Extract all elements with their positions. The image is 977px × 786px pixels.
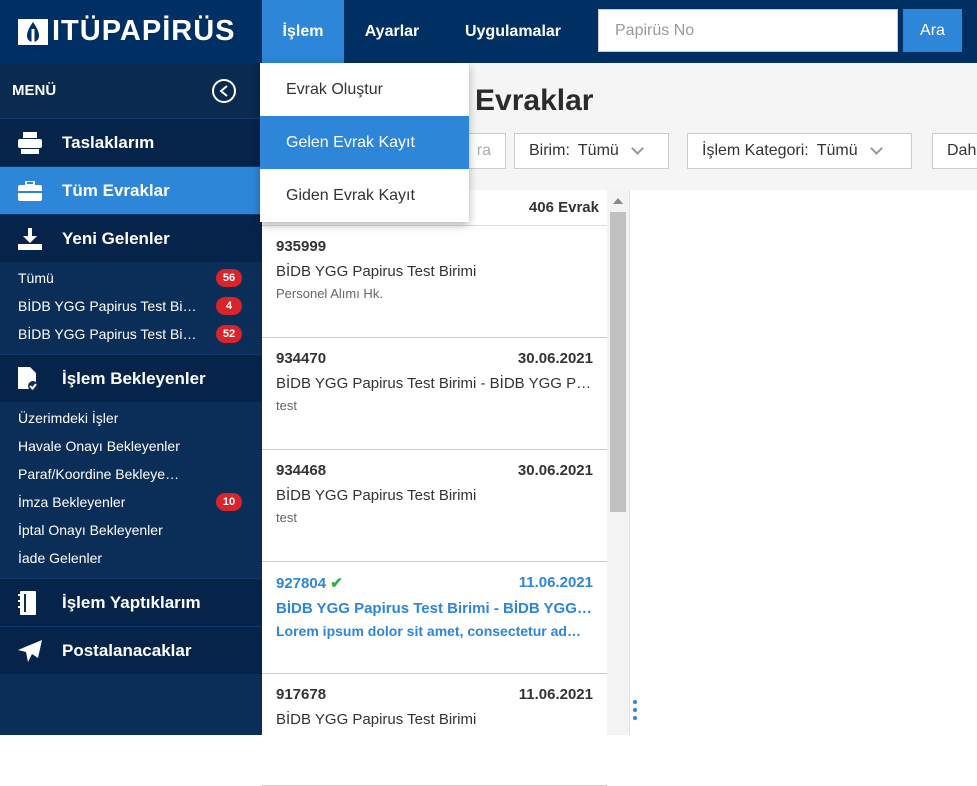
filter-value: Tümü <box>577 142 619 159</box>
subitem-label: BİDB YGG Papirus Test Bi… <box>18 326 197 342</box>
sidebar-item-label: İşlem Yaptıklarım <box>62 592 201 612</box>
logo-text: ITÜPAPİRÜS <box>52 15 236 47</box>
sidebar-item-islem-yaptiklarim[interactable]: İşlem Yaptıklarım <box>0 578 262 626</box>
document-date: 11.06.2021 <box>518 686 593 703</box>
document-subject: test <box>276 398 297 413</box>
sidebar-item-label: Taslaklarım <box>62 132 155 152</box>
document-subject: Personel Alımı Hk. <box>276 286 383 301</box>
document-unit: BİDB YGG Papirus Test Birimi <box>276 711 477 728</box>
count-badge: 52 <box>216 325 242 343</box>
document-date: 30.06.2021 <box>517 350 593 367</box>
collapse-menu-icon[interactable] <box>212 78 236 103</box>
subitem-label: Havale Onayı Bekleyenler <box>18 438 180 454</box>
menu-item-giden-evrak-kayit[interactable]: Giden Evrak Kayıt <box>260 169 469 222</box>
subitem-label: İptal Onayı Bekleyenler <box>18 522 163 538</box>
document-subject: Lorem ipsum dolor sit amet, consectetur … <box>276 623 581 639</box>
document-date: 30.06.2021 <box>517 462 593 479</box>
sidebar-subitem-tumu[interactable]: Tümü 56 <box>0 264 262 292</box>
nav-ayarlar[interactable]: Ayarlar <box>344 0 440 63</box>
document-number: 934468 <box>276 462 327 479</box>
check-icon: ✔ <box>330 575 343 592</box>
chevron-down-icon <box>869 142 883 155</box>
sidebar-item-label: Tüm Evraklar <box>62 180 170 200</box>
list-item[interactable]: 934470 30.06.2021 BİDB YGG Papirus Test B… <box>262 338 607 450</box>
more-filters-button[interactable]: Dah <box>932 133 977 169</box>
sidebar-subitem-havale-onayi[interactable]: Havale Onayı Bekleyenler <box>0 432 262 460</box>
document-number: 935999 <box>276 238 327 255</box>
list-scrollbar[interactable] <box>607 190 629 735</box>
document-preview-pane <box>629 190 977 735</box>
list-item[interactable]: 934468 30.06.2021 BİDB YGG Papirus Test B… <box>262 450 607 562</box>
sidebar-subitem-imza[interactable]: İmza Bekleyenler 10 <box>0 488 262 516</box>
list-item[interactable]: 935999 BİDB YGG Papirus Test Birimi Pers… <box>262 226 607 338</box>
sidebar-subitem-iade[interactable]: İade Gelenler <box>0 544 262 572</box>
menu-header: MENÜ <box>0 63 262 118</box>
filter-label: Birim: <box>529 142 570 159</box>
sidebar: MENÜ Taslaklarım Tüm Evraklar Yeni Gelen… <box>0 63 262 735</box>
count-badge: 10 <box>216 493 242 511</box>
sidebar-item-label: Postalanacaklar <box>62 640 192 660</box>
sidebar-subitem-unit-2[interactable]: BİDB YGG Papirus Test Bi… 52 <box>0 320 262 348</box>
birim-filter-select[interactable]: Birim: Tümü <box>514 133 669 169</box>
document-check-icon <box>0 366 62 391</box>
subitem-label: Üzerimdeki İşler <box>18 410 119 426</box>
document-number: 917678 <box>276 686 327 703</box>
document-unit: BİDB YGG Papirus Test Birimi <box>276 263 477 280</box>
count-badge: 56 <box>216 269 242 287</box>
sidebar-item-yeni-gelenler[interactable]: Yeni Gelenler <box>0 214 262 262</box>
filter-label: İşlem Kategori: <box>702 142 809 159</box>
filter-value: Tümü <box>816 142 858 159</box>
sidebar-item-postalanacaklar[interactable]: Postalanacaklar <box>0 626 262 674</box>
paper-plane-icon <box>0 639 62 662</box>
nav-uygulamalar[interactable]: Uygulamalar <box>440 0 586 63</box>
top-bar: ITÜPAPİRÜS İşlem Ayarlar Uygulamalar Ara <box>0 0 977 63</box>
briefcase-icon <box>0 180 62 201</box>
app-logo[interactable]: ITÜPAPİRÜS <box>0 0 262 63</box>
document-unit: BİDB YGG Papirus Test Birimi - BİDB YGG … <box>276 375 592 392</box>
sidebar-item-label: Yeni Gelenler <box>62 228 170 248</box>
document-date: 11.06.2021 <box>518 574 593 591</box>
subitem-label: BİDB YGG Papirus Test Bi… <box>18 298 197 314</box>
document-number: 927804 <box>276 575 327 592</box>
sidebar-item-islem-bekleyenler[interactable]: İşlem Bekleyenler <box>0 354 262 402</box>
sidebar-subitem-uzerimdeki[interactable]: Üzerimdeki İşler <box>0 404 262 432</box>
scroll-up-icon[interactable] <box>613 198 623 204</box>
nav-islem[interactable]: İşlem <box>262 0 344 63</box>
document-list: 406 Evrak 935999 BİDB YGG Papirus Test B… <box>262 190 607 786</box>
search-button[interactable]: Ara <box>903 9 962 52</box>
download-icon <box>0 227 62 250</box>
menu-item-gelen-evrak-kayit[interactable]: Gelen Evrak Kayıt <box>260 116 469 169</box>
sidebar-subitem-paraf-koordine[interactable]: Paraf/Koordine Bekleye… <box>0 460 262 488</box>
kategori-filter-select[interactable]: İşlem Kategori: Tümü <box>687 133 912 169</box>
list-item[interactable]: 917678 11.06.2021 BİDB YGG Papirus Test B… <box>262 674 607 786</box>
list-item-unread[interactable]: 927804 ✔ 11.06.2021 BİDB YGG Papirus Test… <box>262 562 607 674</box>
document-subject: test <box>276 510 297 525</box>
filter-search-text: ra <box>476 142 491 159</box>
chevron-down-icon <box>630 142 644 155</box>
menu-label: MENÜ <box>12 82 57 99</box>
sidebar-item-tum-evraklar[interactable]: Tüm Evraklar <box>0 166 262 214</box>
printer-icon <box>0 131 62 154</box>
scrollbar-thumb[interactable] <box>610 212 626 512</box>
filter-label: Dah <box>947 142 977 159</box>
subitem-label: İade Gelenler <box>18 550 103 566</box>
resize-grip-icon[interactable] <box>633 700 637 720</box>
subitem-label: Tümü <box>18 270 54 286</box>
sidebar-item-label: İşlem Bekleyenler <box>62 368 206 388</box>
count-badge: 4 <box>216 297 242 315</box>
subitem-label: İmza Bekleyenler <box>18 494 126 510</box>
sidebar-item-taslaklarim[interactable]: Taslaklarım <box>0 118 262 166</box>
sidebar-subitem-iptal-onayi[interactable]: İptal Onayı Bekleyenler <box>0 516 262 544</box>
document-unit: BİDB YGG Papirus Test Birimi - BİDB YGG … <box>276 600 593 617</box>
subitem-label: Paraf/Koordine Bekleye… <box>18 466 180 482</box>
islem-dropdown-menu: Evrak Oluştur Gelen Evrak Kayıt Giden Ev… <box>260 63 469 222</box>
logo-mark-icon <box>18 18 48 45</box>
papirus-no-input[interactable] <box>598 9 898 52</box>
sidebar-subitem-unit-1[interactable]: BİDB YGG Papirus Test Bi… 4 <box>0 292 262 320</box>
document-number: 934470 <box>276 350 327 367</box>
menu-item-evrak-olustur[interactable]: Evrak Oluştur <box>260 63 469 116</box>
notebook-icon <box>0 590 62 615</box>
document-unit: BİDB YGG Papirus Test Birimi <box>276 487 477 504</box>
